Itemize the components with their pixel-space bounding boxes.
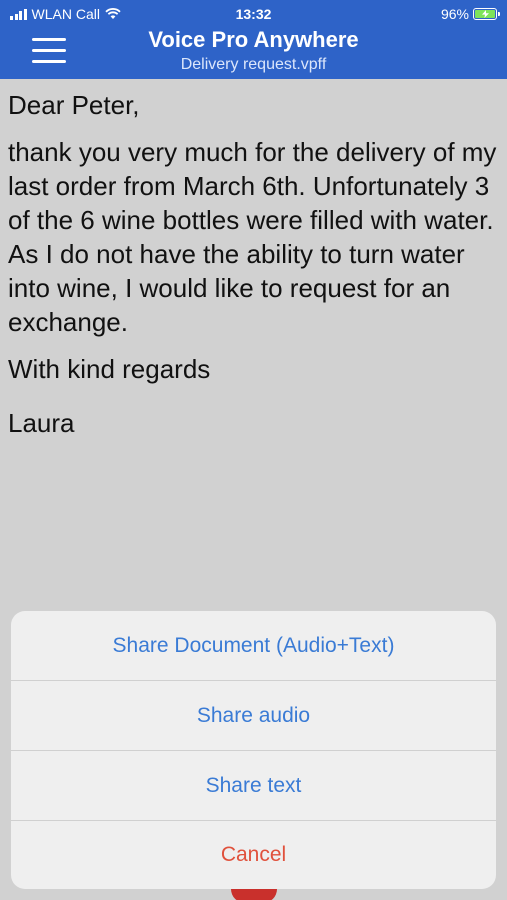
body-paragraph: thank you very much for the delivery of …: [8, 137, 497, 337]
battery-percent: 96%: [440, 6, 469, 22]
cancel-button[interactable]: Cancel: [11, 821, 496, 889]
greeting: Dear Peter,: [8, 90, 140, 120]
share-action-sheet: Share Document (Audio+Text) Share audio …: [11, 611, 496, 889]
charging-bolt-icon: [481, 10, 489, 18]
clock: 13:32: [235, 6, 272, 22]
signature: Laura: [8, 408, 75, 438]
document-text[interactable]: Dear Peter, thank you very much for the …: [8, 88, 498, 453]
app-title: Voice Pro Anywhere: [148, 27, 359, 52]
share-text-button[interactable]: Share text: [11, 751, 496, 821]
closing: With kind regards: [8, 354, 211, 384]
top-bar: WLAN Call 13:32 96% Voice Pro Anywhere D…: [0, 0, 507, 79]
record-button[interactable]: [231, 889, 277, 900]
share-audio-button[interactable]: Share audio: [11, 681, 496, 751]
document-filename: Delivery request.vpff: [180, 56, 327, 73]
battery-icon: [473, 8, 500, 20]
status-bar: WLAN Call 13:32 96%: [0, 0, 507, 28]
share-document-button[interactable]: Share Document (Audio+Text): [11, 611, 496, 681]
